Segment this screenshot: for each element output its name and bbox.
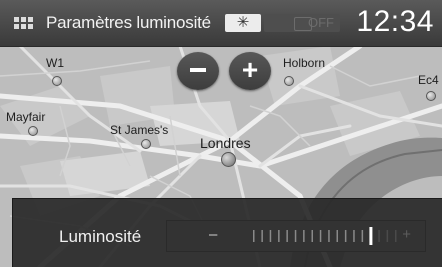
map-label-st-james: St James's [110, 123, 169, 137]
menu-grid-icon[interactable] [14, 17, 34, 29]
brightness-tick [311, 230, 313, 242]
sun-icon: ✳ [236, 14, 250, 31]
brightness-tick [269, 230, 272, 242]
day-mode-button[interactable]: ✳ [225, 14, 261, 32]
brightness-tick [286, 230, 288, 242]
brightness-tick [278, 230, 280, 242]
map-point-w1[interactable] [52, 76, 62, 86]
map-point-holborn[interactable] [284, 76, 294, 86]
map-label-holborn: Holborn [283, 56, 326, 70]
brightness-tick [344, 230, 347, 242]
brightness-tick [303, 230, 305, 242]
map-point-mayfair[interactable] [28, 126, 38, 136]
map-label-mayfair: Mayfair [6, 110, 46, 124]
map-point-londres[interactable] [221, 152, 236, 167]
zoom-in-button[interactable]: + [229, 52, 271, 90]
brightness-tick [353, 230, 355, 242]
map-point-st-james[interactable] [141, 139, 151, 149]
brightness-tick [261, 230, 263, 242]
map-label-londres: Londres [200, 135, 251, 151]
toggle-label: OFF [308, 15, 334, 30]
brightness-tick [361, 230, 364, 242]
brightness-tick [294, 230, 297, 242]
brightness-tick [378, 230, 380, 242]
brightness-level-marker[interactable] [369, 227, 373, 245]
brightness-tick [336, 230, 338, 242]
brightness-panel: Luminosité – + [12, 198, 442, 267]
navigation-screen: W1 Holborn Ec4 Mayfair St James's Londre… [0, 0, 442, 267]
header-bar: Paramètres luminosité ✳ OFF 12:34 [0, 0, 442, 47]
brightness-slider[interactable]: – + [166, 220, 426, 252]
brightness-label: Luminosité [59, 227, 142, 246]
brightness-tick [319, 230, 322, 242]
brightness-tick [395, 230, 397, 242]
map-point-ec4[interactable] [426, 91, 436, 101]
plus-icon: + [241, 54, 259, 85]
brightness-increase-button[interactable]: + [402, 226, 411, 243]
map-label-ec4: Ec4 [418, 73, 439, 87]
brightness-tick [253, 230, 255, 242]
zoom-out-button[interactable] [177, 52, 219, 90]
map-label-w1: W1 [46, 56, 64, 70]
clock: 12:34 [356, 5, 434, 38]
brightness-tick [386, 230, 389, 242]
minus-icon [190, 68, 206, 73]
brightness-tick [328, 230, 330, 242]
brightness-ticks [253, 227, 397, 245]
mode-toggle[interactable]: OFF [264, 14, 340, 32]
page-title: Paramètres luminosité [46, 13, 211, 32]
